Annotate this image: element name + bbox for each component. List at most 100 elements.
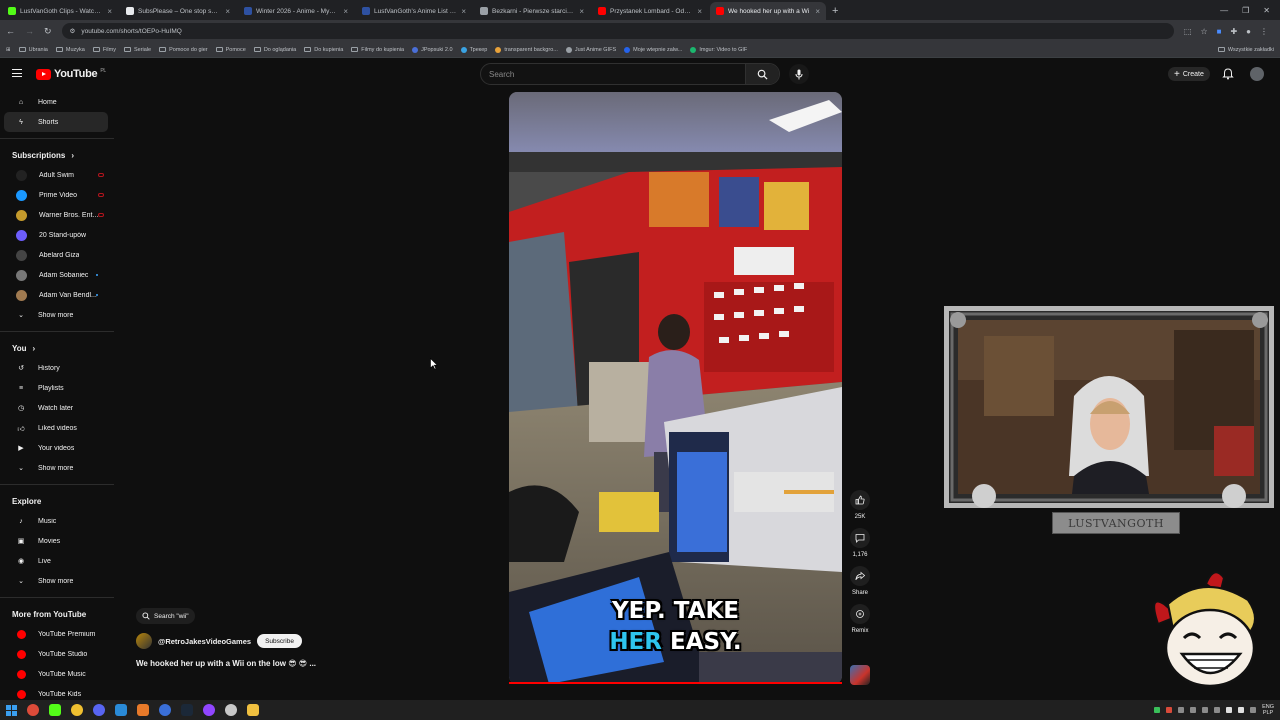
more-from-youtube-item[interactable]: YouTube Premium — [4, 624, 108, 644]
browser-tab[interactable]: Bezkarni - Pierwsze starcie / Th × — [474, 2, 590, 20]
sidebar-item-home[interactable]: ⌂ Home — [4, 92, 108, 112]
tray-app-icon[interactable] — [1190, 707, 1197, 713]
tab-close-icon[interactable]: × — [697, 7, 702, 16]
tab-close-icon[interactable]: × — [225, 7, 230, 16]
video-progress-bar[interactable] — [509, 682, 842, 684]
sidebar-item-liked-videos[interactable]: 👍︎ Liked videos — [4, 418, 108, 438]
bookmark-item[interactable]: Seriale — [123, 47, 151, 53]
account-avatar[interactable] — [1250, 67, 1264, 81]
twitch-taskbar-icon[interactable] — [203, 704, 215, 716]
minimize-icon[interactable]: — — [1220, 6, 1228, 15]
sidebar-item-live[interactable]: ◉ Live — [4, 551, 108, 571]
subscription-item[interactable]: Warner Bros. Ent... — [4, 205, 108, 225]
close-window-icon[interactable]: ✕ — [1263, 6, 1270, 15]
browser-tab[interactable]: Przystanek Lombard - Odc. 92 × — [592, 2, 708, 20]
bookmark-item[interactable]: Just Anime GIFS — [565, 46, 616, 53]
bookmark-item[interactable]: Ubrania — [18, 47, 48, 53]
forward-icon[interactable]: → — [25, 26, 34, 36]
channel-avatar[interactable] — [136, 633, 152, 649]
subscription-item[interactable]: Adam Sobaniec — [4, 265, 108, 285]
bookmark-item[interactable]: Pomoce — [215, 47, 246, 53]
youtube-logo[interactable]: YouTube PL — [36, 68, 106, 80]
extension-icon[interactable]: ■ — [1217, 27, 1222, 36]
related-search-chip[interactable]: Search "wii" — [136, 608, 195, 624]
profile-icon[interactable]: ● — [1246, 27, 1251, 36]
sidebar-item-movies[interactable]: ▣ Movies — [4, 531, 108, 551]
tab-close-icon[interactable]: × — [815, 7, 820, 16]
speaker-tray-icon[interactable] — [1238, 707, 1245, 713]
subscriptions-heading[interactable]: Subscriptions › — [0, 145, 118, 165]
site-info-icon[interactable]: ⚙ — [70, 27, 76, 35]
subscription-item[interactable]: Prime Video — [4, 185, 108, 205]
sound-thumbnail[interactable] — [850, 665, 870, 685]
channel-name[interactable]: @RetroJakesVideoGames — [158, 637, 251, 646]
you-heading[interactable]: You › — [0, 338, 118, 358]
notifications-bell-icon[interactable] — [1222, 68, 1234, 80]
browser-tab-active[interactable]: We hooked her up with a Wi × — [710, 2, 826, 20]
tray-app-icon[interactable] — [1202, 707, 1209, 713]
discord-taskbar-icon[interactable] — [93, 704, 105, 716]
file-explorer-taskbar-icon[interactable] — [247, 704, 259, 716]
tab-close-icon[interactable]: × — [579, 7, 584, 16]
create-button[interactable]: + Create — [1168, 67, 1210, 81]
search-input[interactable]: Search — [481, 70, 745, 79]
bookmark-item[interactable]: Imgur: Video to GIF — [690, 46, 747, 53]
voice-search-button[interactable] — [789, 64, 809, 84]
bookmark-item[interactable]: Pomoce do gier — [159, 47, 208, 53]
share-button[interactable]: Share — [848, 566, 872, 596]
bookmark-item[interactable]: Muzyka — [55, 47, 85, 53]
subscriptions-show-more[interactable]: ⌄ Show more — [4, 305, 108, 325]
browser-tab[interactable]: LustVanGoth Clips - Watch Liv × — [2, 2, 118, 20]
sidebar-item-watch-later[interactable]: ◷ Watch later — [4, 398, 108, 418]
back-icon[interactable]: ← — [6, 26, 15, 36]
you-show-more[interactable]: ⌄ Show more — [4, 458, 108, 478]
guide-menu-icon[interactable] — [12, 69, 22, 77]
remix-button[interactable]: Remix — [848, 604, 872, 634]
tab-close-icon[interactable]: × — [107, 7, 112, 16]
bookmark-item[interactable]: Filmy do kupienia — [351, 47, 404, 53]
bookmark-item[interactable]: Do oglądania — [253, 47, 296, 53]
bookmark-item[interactable]: Do kupienia — [304, 47, 343, 53]
sidebar-item-playlists[interactable]: ≡ Playlists — [4, 378, 108, 398]
new-tab-icon[interactable]: + — [832, 5, 838, 17]
tray-app-icon[interactable] — [1178, 707, 1185, 713]
search-box[interactable]: Search — [480, 63, 780, 85]
language-indicator[interactable]: ENG PLP — [1262, 704, 1274, 716]
subscription-item[interactable]: Adam Van Bendl... — [4, 285, 108, 305]
bookmark-item[interactable]: Трекер — [460, 46, 487, 53]
extensions-puzzle-icon[interactable]: ✚ — [1230, 27, 1237, 36]
browser-tab[interactable]: Winter 2026 - Anime - MyAnim × — [238, 2, 354, 20]
chrome-taskbar-icon[interactable] — [27, 704, 39, 716]
obs-taskbar-icon[interactable] — [225, 704, 237, 716]
bookmark-item[interactable]: Filmy — [92, 47, 116, 53]
explore-show-more[interactable]: ⌄ Show more — [4, 571, 108, 591]
vlc-taskbar-icon[interactable] — [137, 704, 149, 716]
install-app-icon[interactable]: ⬚ — [1184, 27, 1192, 36]
app-taskbar-icon[interactable] — [115, 704, 127, 716]
more-from-youtube-item[interactable]: YouTube Studio — [4, 644, 108, 664]
all-bookmarks-folder[interactable]: Wszystkie zakładki — [1217, 47, 1274, 53]
apps-grid-icon[interactable]: ⊞ — [6, 47, 11, 53]
bookmark-star-icon[interactable]: ☆ — [1200, 27, 1207, 36]
bookmark-item[interactable]: Moje wtepnie zalw... — [624, 46, 682, 53]
reload-icon[interactable]: ↻ — [44, 26, 52, 37]
subscription-item[interactable]: 20 Stand-upów — [4, 225, 108, 245]
microphone-tray-icon[interactable] — [1226, 707, 1233, 713]
tray-app-icon[interactable] — [1166, 707, 1173, 713]
steam-taskbar-icon[interactable] — [181, 704, 193, 716]
bookmark-item[interactable]: JPopsuki 2.0 — [412, 46, 453, 53]
browser-tab[interactable]: LustVanGoth's Anime List - My × — [356, 2, 472, 20]
norton-taskbar-icon[interactable] — [71, 704, 83, 716]
network-tray-icon[interactable] — [1250, 707, 1257, 713]
sidebar-item-shorts[interactable]: ϟ Shorts — [4, 112, 108, 132]
kick-taskbar-icon[interactable] — [49, 704, 61, 716]
short-title[interactable]: We hooked her up with a Wii on the low 😎… — [136, 659, 316, 668]
menu-dots-icon[interactable]: ⋮ — [1260, 27, 1268, 36]
subscribe-button[interactable]: Subscribe — [257, 634, 302, 648]
search-button[interactable] — [745, 64, 779, 84]
comments-button[interactable]: 1,176 — [848, 528, 872, 558]
tray-app-icon[interactable] — [1154, 707, 1161, 713]
sidebar-item-your-videos[interactable]: ▶ Your videos — [4, 438, 108, 458]
subscription-item[interactable]: Abelard Giza — [4, 245, 108, 265]
tab-close-icon[interactable]: × — [461, 7, 466, 16]
